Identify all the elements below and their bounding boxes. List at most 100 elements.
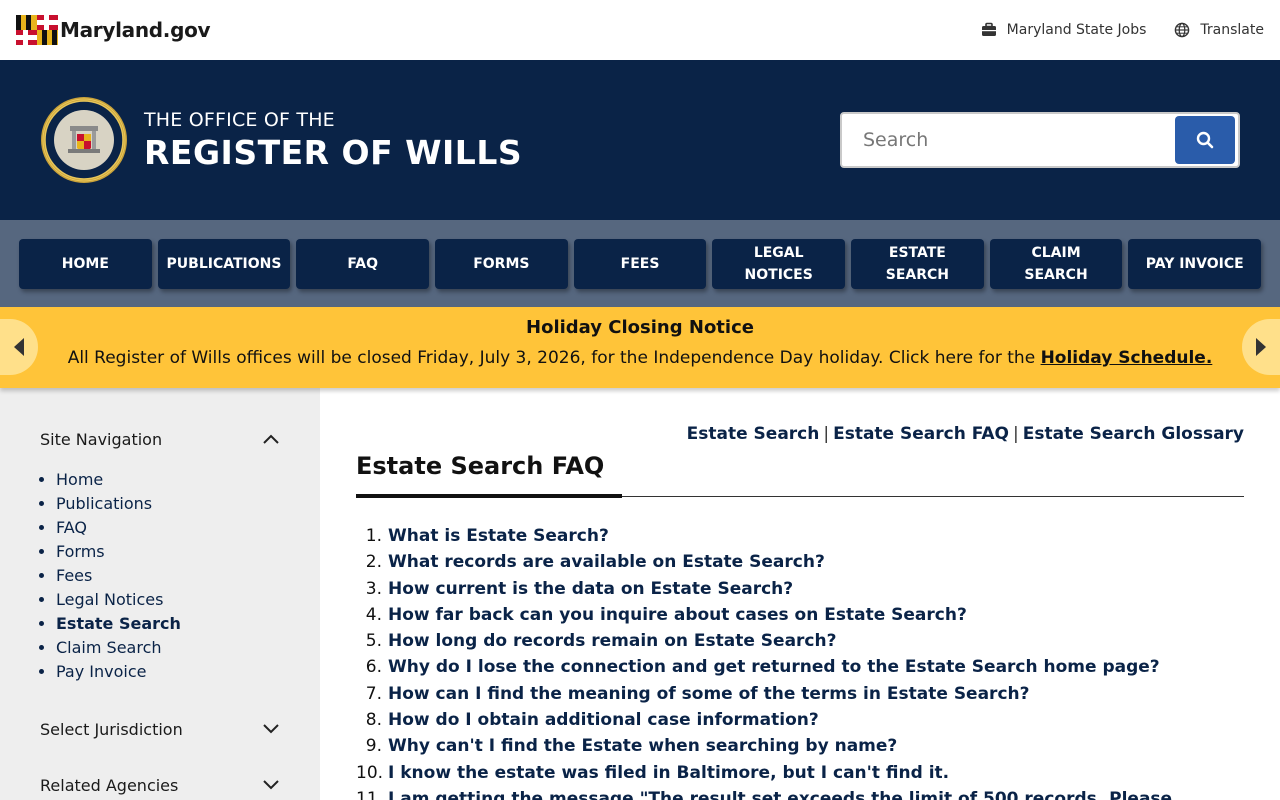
- search-button[interactable]: [1175, 116, 1235, 164]
- chevron-up-icon: [263, 434, 279, 444]
- list-item: 11. I am getting the message "The result …: [356, 786, 1244, 800]
- list-item: 9. Why can't I find the Estate when searc…: [356, 733, 1244, 759]
- search-icon: [1196, 131, 1214, 149]
- sidebar-item-pay-invoice[interactable]: Pay Invoice: [56, 660, 280, 684]
- title-divider: [356, 494, 1244, 498]
- faq-number: 9.: [365, 736, 382, 757]
- sidebar: Site Navigation Home Publications FAQ Fo…: [0, 388, 320, 800]
- site-brand[interactable]: THE OFFICE OF THE REGISTER OF WILLS: [40, 96, 522, 184]
- faq-number: 2.: [365, 552, 382, 573]
- state-jobs-label: Maryland State Jobs: [1006, 22, 1147, 38]
- alert-message-text: All Register of Wills offices will be cl…: [67, 348, 1041, 368]
- faq-number: 10.: [356, 762, 384, 783]
- nav-fees[interactable]: FEES: [573, 238, 707, 289]
- page-title: Estate Search FAQ: [356, 452, 605, 480]
- caret-right-icon: [1256, 338, 1266, 356]
- globe-icon: [1175, 22, 1190, 38]
- sidebar-item-forms[interactable]: Forms: [56, 540, 280, 564]
- search-input[interactable]: [845, 117, 1175, 163]
- caret-left-icon: [14, 338, 24, 356]
- faq-link[interactable]: I know the estate was filed in Baltimore…: [388, 760, 949, 786]
- faq-number: 7.: [365, 683, 382, 704]
- crumb-separator: |: [1013, 424, 1019, 444]
- faq-number: 1.: [365, 526, 382, 546]
- brand-line-2: REGISTER OF WILLS: [144, 132, 523, 172]
- holiday-schedule-link[interactable]: Holiday Schedule.: [1041, 348, 1213, 368]
- utility-bar: Maryland.gov Maryland State Jobs Transla…: [0, 0, 1280, 60]
- nav-estate-search[interactable]: ESTATE SEARCH: [851, 238, 984, 289]
- alert-message: All Register of Wills offices will be cl…: [0, 348, 1280, 368]
- select-jurisdiction-toggle[interactable]: Select Jurisdiction: [40, 718, 280, 740]
- estate-search-links: Estate Search | Estate Search FAQ | Estate S…: [356, 424, 1244, 444]
- main-nav: HOME PUBLICATIONS FAQ FORMS FEES LEGAL N…: [0, 220, 1280, 307]
- faq-link[interactable]: Why do I lose the connection and get ret…: [388, 654, 1160, 680]
- crumb-estate-search-glossary[interactable]: Estate Search Glossary: [1023, 424, 1244, 444]
- faq-link[interactable]: Why can't I find the Estate when searchi…: [388, 733, 897, 759]
- sidebar-item-faq[interactable]: FAQ: [56, 516, 280, 540]
- site-header: THE OFFICE OF THE REGISTER OF WILLS: [0, 60, 1280, 220]
- utility-links: Maryland State Jobs Translate: [981, 22, 1264, 38]
- nav-claim-search[interactable]: CLAIM SEARCH: [989, 238, 1123, 289]
- nav-pay-invoice[interactable]: PAY INVOICE: [1128, 238, 1262, 289]
- faq-number: 8.: [365, 710, 382, 731]
- list-item: 6. Why do I lose the connection and get r…: [356, 654, 1244, 680]
- nav-legal-notices[interactable]: LEGAL NOTICES: [712, 238, 846, 289]
- nav-home[interactable]: HOME: [19, 238, 152, 289]
- maryland-flag-icon: [16, 15, 58, 45]
- nav-forms[interactable]: FORMS: [435, 238, 568, 289]
- nav-publications[interactable]: PUBLICATIONS: [157, 238, 291, 289]
- faq-link[interactable]: How current is the data on Estate Search…: [388, 576, 793, 602]
- list-item: 1. What is Estate Search?: [356, 523, 1244, 549]
- faq-link[interactable]: What records are available on Estate Sea…: [388, 549, 825, 575]
- state-jobs-link[interactable]: Maryland State Jobs: [981, 22, 1147, 38]
- holiday-alert-banner: Holiday Closing Notice All Register of W…: [0, 307, 1280, 388]
- faq-number: 11.: [356, 788, 384, 800]
- search-box: [840, 112, 1240, 168]
- faq-link[interactable]: How far back can you inquire about cases…: [388, 602, 967, 628]
- register-of-wills-seal-icon: [41, 97, 127, 183]
- translate-link[interactable]: Translate: [1174, 22, 1264, 38]
- list-item: 3. How current is the data on Estate Sear…: [356, 576, 1244, 602]
- sidebar-item-claim-search[interactable]: Claim Search: [56, 636, 280, 660]
- select-jurisdiction-title: Select Jurisdiction: [40, 719, 183, 739]
- list-item: 8. How do I obtain additional case inform…: [356, 707, 1244, 733]
- faq-link[interactable]: How long do records remain on Estate Sea…: [388, 628, 836, 654]
- faq-link[interactable]: How do I obtain additional case informat…: [388, 707, 819, 733]
- maryland-gov-text: Maryland.gov: [60, 18, 211, 42]
- faq-number: 5.: [365, 631, 382, 652]
- sidebar-item-fees[interactable]: Fees: [56, 564, 280, 588]
- translate-label: Translate: [1200, 22, 1264, 38]
- faq-link[interactable]: I am getting the message "The result set…: [388, 786, 1172, 800]
- maryland-gov-logo[interactable]: Maryland.gov: [16, 15, 211, 45]
- list-item: 4. How far back can you inquire about cas…: [356, 602, 1244, 628]
- crumb-estate-search-faq[interactable]: Estate Search FAQ: [833, 424, 1009, 444]
- list-item: 5. How long do records remain on Estate S…: [356, 628, 1244, 654]
- sidebar-item-legal-notices[interactable]: Legal Notices: [56, 588, 280, 612]
- faq-link[interactable]: How can I find the meaning of some of th…: [388, 681, 1029, 707]
- nav-faq[interactable]: FAQ: [296, 238, 430, 289]
- sidebar-item-estate-search[interactable]: Estate Search: [56, 612, 280, 636]
- page-body: Site Navigation Home Publications FAQ Fo…: [0, 388, 1280, 800]
- site-navigation-toggle[interactable]: Site Navigation: [40, 428, 280, 450]
- faq-number: 4.: [365, 604, 382, 625]
- site-navigation-title: Site Navigation: [40, 429, 163, 449]
- list-item: 7. How can I find the meaning of some of …: [356, 681, 1244, 707]
- chevron-down-icon: [263, 724, 279, 734]
- alert-title: Holiday Closing Notice: [526, 317, 754, 338]
- related-agencies-title: Related Agencies: [40, 775, 179, 795]
- list-item: 10. I know the estate was filed in Baltim…: [356, 760, 1244, 786]
- brand-line-1: THE OFFICE OF THE: [144, 108, 335, 131]
- chevron-down-icon: [263, 780, 279, 790]
- faq-link[interactable]: What is Estate Search?: [388, 523, 609, 549]
- crumb-estate-search[interactable]: Estate Search: [687, 424, 820, 444]
- sidebar-item-publications[interactable]: Publications: [56, 492, 280, 516]
- site-navigation-list: Home Publications FAQ Forms Fees Legal N…: [40, 468, 280, 684]
- faq-list: 1. What is Estate Search? 2. What records …: [356, 523, 1244, 800]
- crumb-separator: |: [823, 424, 830, 444]
- main-content: Estate Search | Estate Search FAQ | Estate S…: [320, 388, 1280, 800]
- faq-number: 6.: [365, 657, 382, 678]
- divider-accent: [356, 494, 622, 498]
- brand-text: THE OFFICE OF THE REGISTER OF WILLS: [144, 109, 522, 172]
- sidebar-item-home[interactable]: Home: [56, 468, 280, 492]
- related-agencies-toggle[interactable]: Related Agencies: [40, 774, 280, 796]
